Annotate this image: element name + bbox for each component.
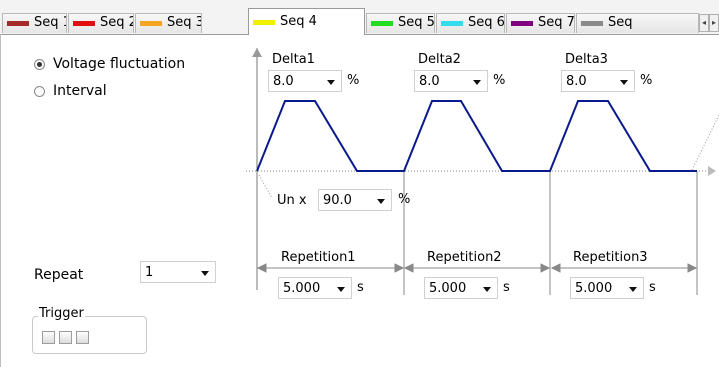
chevron-down-icon <box>473 80 481 85</box>
delta2-label: Delta2 <box>418 52 461 67</box>
base-voltage-label: Un x <box>277 193 307 208</box>
delta3-unit: % <box>640 73 653 88</box>
dimension-arrow-right-icon <box>687 263 698 273</box>
base-voltage-combo[interactable]: 90.0 <box>318 189 392 211</box>
base-voltage-value: 90.0 <box>323 193 352 208</box>
repetition3-combo[interactable]: 5.000 <box>570 277 644 299</box>
delta1-combo[interactable]: 8.0 <box>268 70 342 92</box>
voltage-waveform <box>256 100 697 172</box>
repetition2-value: 5.000 <box>429 281 467 296</box>
delta1-value: 8.0 <box>273 74 294 89</box>
axis-arrow-icon <box>708 166 716 176</box>
repetition3-value: 5.000 <box>575 281 613 296</box>
repetition1-value: 5.000 <box>283 281 321 296</box>
trigger-checkbox-3[interactable] <box>76 331 89 344</box>
chevron-down-icon <box>377 199 385 204</box>
delta1-label: Delta1 <box>272 52 315 67</box>
tab-label: Seq 4 <box>280 14 317 29</box>
trigger-label: Trigger <box>38 306 85 321</box>
delta3-label: Delta3 <box>565 52 608 67</box>
trigger-checkbox-1[interactable] <box>42 331 55 344</box>
base-reference-line <box>258 174 273 199</box>
delta3-value: 8.0 <box>566 74 587 89</box>
delta2-combo[interactable]: 8.0 <box>414 70 488 92</box>
repetition2-combo[interactable]: 5.000 <box>424 277 498 299</box>
dimension-arrow-left-icon <box>403 263 414 273</box>
chevron-down-icon <box>620 80 628 85</box>
delta2-unit: % <box>493 73 506 88</box>
chevron-down-icon <box>483 287 491 292</box>
sequence-editor: Seq 1 Seq 2 Seq 3 Seq 4 Seq 5 Seq 6 Seq … <box>0 0 719 367</box>
delta3-combo[interactable]: 8.0 <box>561 70 635 92</box>
delta2-value: 8.0 <box>419 74 440 89</box>
repeat-combo[interactable]: 1 <box>140 261 216 283</box>
dimension-arrow-right-icon <box>540 263 551 273</box>
repetition2-label: Repetition2 <box>427 250 502 265</box>
repetition3-label: Repetition3 <box>573 250 648 265</box>
delta1-unit: % <box>347 73 360 88</box>
repetition3-unit: s <box>649 280 656 295</box>
tab-seq-4[interactable]: Seq 4 <box>248 8 365 35</box>
repeat-value: 1 <box>145 265 154 280</box>
repetition1-unit: s <box>357 280 364 295</box>
waveform-diagram <box>246 48 719 295</box>
axis-continuation <box>691 114 719 171</box>
up-arrow-icon <box>252 48 262 57</box>
trigger-checkbox-2[interactable] <box>59 331 72 344</box>
repetition1-label: Repetition1 <box>281 250 356 265</box>
dimension-arrow-left-icon <box>256 263 267 273</box>
dimension-arrow-right-icon <box>394 263 405 273</box>
base-voltage-unit: % <box>398 192 411 207</box>
chevron-down-icon <box>629 287 637 292</box>
chevron-down-icon <box>201 271 209 276</box>
repetition2-unit: s <box>503 280 510 295</box>
chevron-down-icon <box>327 80 335 85</box>
repeat-label: Repeat <box>34 267 84 283</box>
chevron-down-icon <box>337 287 345 292</box>
repetition1-combo[interactable]: 5.000 <box>278 277 352 299</box>
dimension-arrow-left-icon <box>550 263 561 273</box>
seq-color-swatch <box>253 20 275 25</box>
